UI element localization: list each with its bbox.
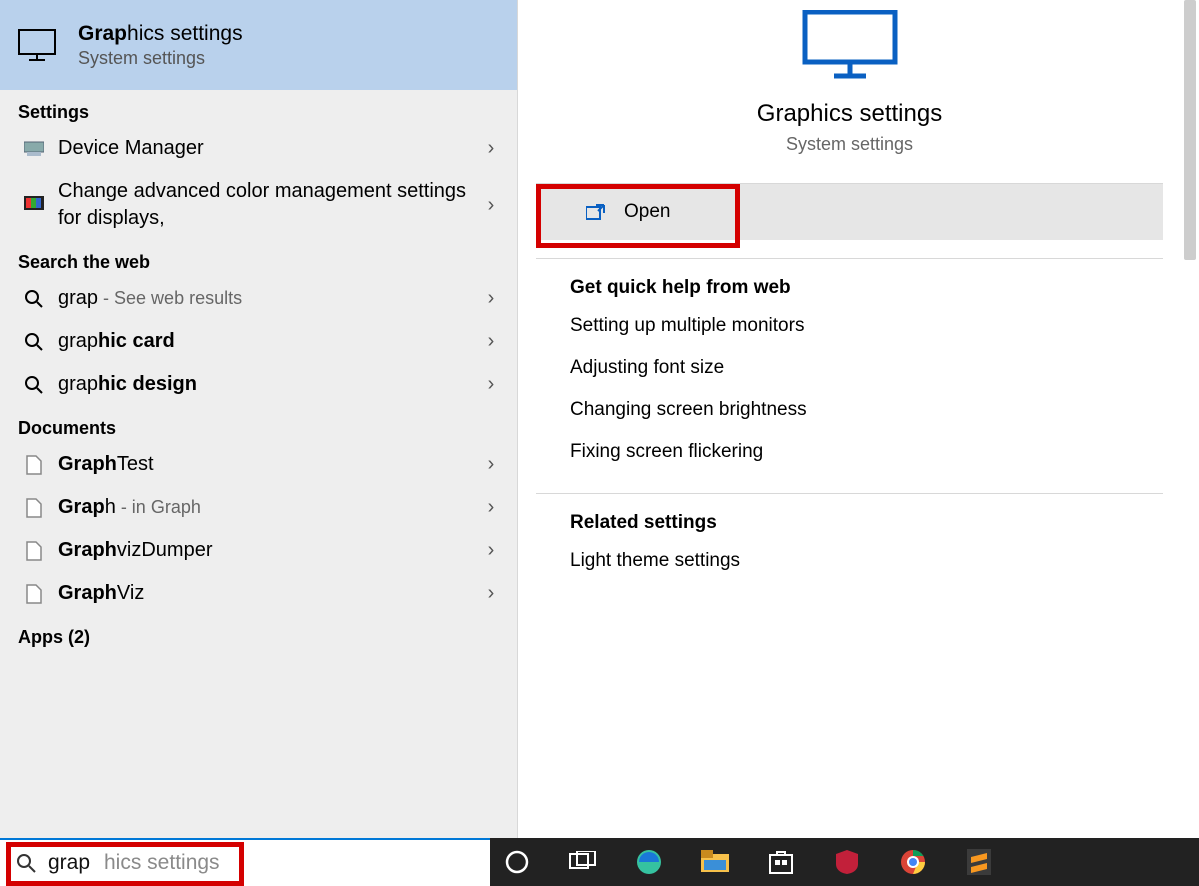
chevron-right-icon: › (479, 287, 503, 310)
search-input[interactable] (48, 840, 490, 886)
microsoft-store-icon[interactable] (762, 843, 800, 881)
result-doc-graphtest[interactable]: GraphTest › (0, 443, 517, 486)
task-view-icon[interactable] (564, 843, 602, 881)
search-icon (18, 333, 50, 351)
open-label: Open (624, 201, 670, 223)
result-label: grap - See web results (50, 285, 479, 312)
chevron-right-icon: › (479, 194, 503, 217)
result-color-management[interactable]: Change advanced color management setting… (0, 170, 517, 240)
sublime-icon[interactable] (960, 843, 998, 881)
open-icon (586, 203, 606, 221)
best-match-subtitle: System settings (78, 48, 243, 69)
cortana-icon[interactable] (498, 843, 536, 881)
search-icon (18, 376, 50, 394)
result-label: graphic card (50, 328, 479, 355)
result-label: Graph - in Graph (50, 494, 479, 521)
result-label: GraphTest (50, 451, 479, 478)
help-header: Get quick help from web (518, 263, 1163, 305)
section-header-web: Search the web (0, 240, 517, 277)
preview-title: Graphics settings (757, 100, 942, 128)
taskbar (490, 838, 1199, 886)
device-manager-icon (18, 140, 50, 158)
document-icon (18, 541, 50, 561)
result-label: GraphvizDumper (50, 537, 479, 564)
chevron-right-icon: › (479, 373, 503, 396)
chevron-right-icon: › (479, 582, 503, 605)
help-link-flickering[interactable]: Fixing screen flickering (518, 431, 1163, 473)
search-icon (18, 290, 50, 308)
help-link-monitors[interactable]: Setting up multiple monitors (518, 305, 1163, 347)
result-doc-graphvizdumper[interactable]: GraphvizDumper › (0, 529, 517, 572)
color-management-icon (18, 196, 50, 214)
result-device-manager[interactable]: Device Manager › (0, 127, 517, 170)
preview-subtitle: System settings (786, 134, 913, 155)
search-box[interactable]: hics settings (0, 840, 490, 886)
result-doc-graphviz[interactable]: GraphViz › (0, 572, 517, 615)
result-label: GraphViz (50, 580, 479, 607)
section-header-settings: Settings (0, 90, 517, 127)
document-icon (18, 498, 50, 518)
chevron-right-icon: › (479, 330, 503, 353)
result-doc-graph[interactable]: Graph - in Graph › (0, 486, 517, 529)
result-label: graphic design (50, 371, 479, 398)
section-header-documents: Documents (0, 406, 517, 443)
chevron-right-icon: › (479, 453, 503, 476)
section-header-apps: Apps (2) (0, 615, 517, 652)
best-match-title: Graphics settings (78, 22, 243, 46)
scrollbar[interactable] (1181, 0, 1199, 838)
result-label: Device Manager (50, 135, 479, 162)
preview-panel: Graphics settings System settings Open G… (518, 0, 1181, 838)
search-icon (16, 853, 36, 873)
document-icon (18, 455, 50, 475)
help-link-font-size[interactable]: Adjusting font size (518, 347, 1163, 389)
chevron-right-icon: › (479, 137, 503, 160)
chrome-icon[interactable] (894, 843, 932, 881)
related-link-light-theme[interactable]: Light theme settings (518, 540, 1163, 582)
open-action[interactable]: Open (536, 184, 1163, 240)
monitor-icon-large (800, 10, 900, 80)
monitor-icon (14, 22, 60, 68)
best-match-result[interactable]: Graphics settings System settings (0, 0, 517, 90)
document-icon (18, 584, 50, 604)
file-explorer-icon[interactable] (696, 843, 734, 881)
chevron-right-icon: › (479, 539, 503, 562)
result-web-grap[interactable]: grap - See web results › (0, 277, 517, 320)
edge-icon[interactable] (630, 843, 668, 881)
chevron-right-icon: › (479, 496, 503, 519)
related-header: Related settings (518, 498, 1163, 540)
result-web-graphic-card[interactable]: graphic card › (0, 320, 517, 363)
result-label: Change advanced color management setting… (50, 178, 479, 232)
help-link-brightness[interactable]: Changing screen brightness (518, 389, 1163, 431)
result-web-graphic-design[interactable]: graphic design › (0, 363, 517, 406)
search-results-panel: Graphics settings System settings Settin… (0, 0, 518, 838)
mcafee-icon[interactable] (828, 843, 866, 881)
